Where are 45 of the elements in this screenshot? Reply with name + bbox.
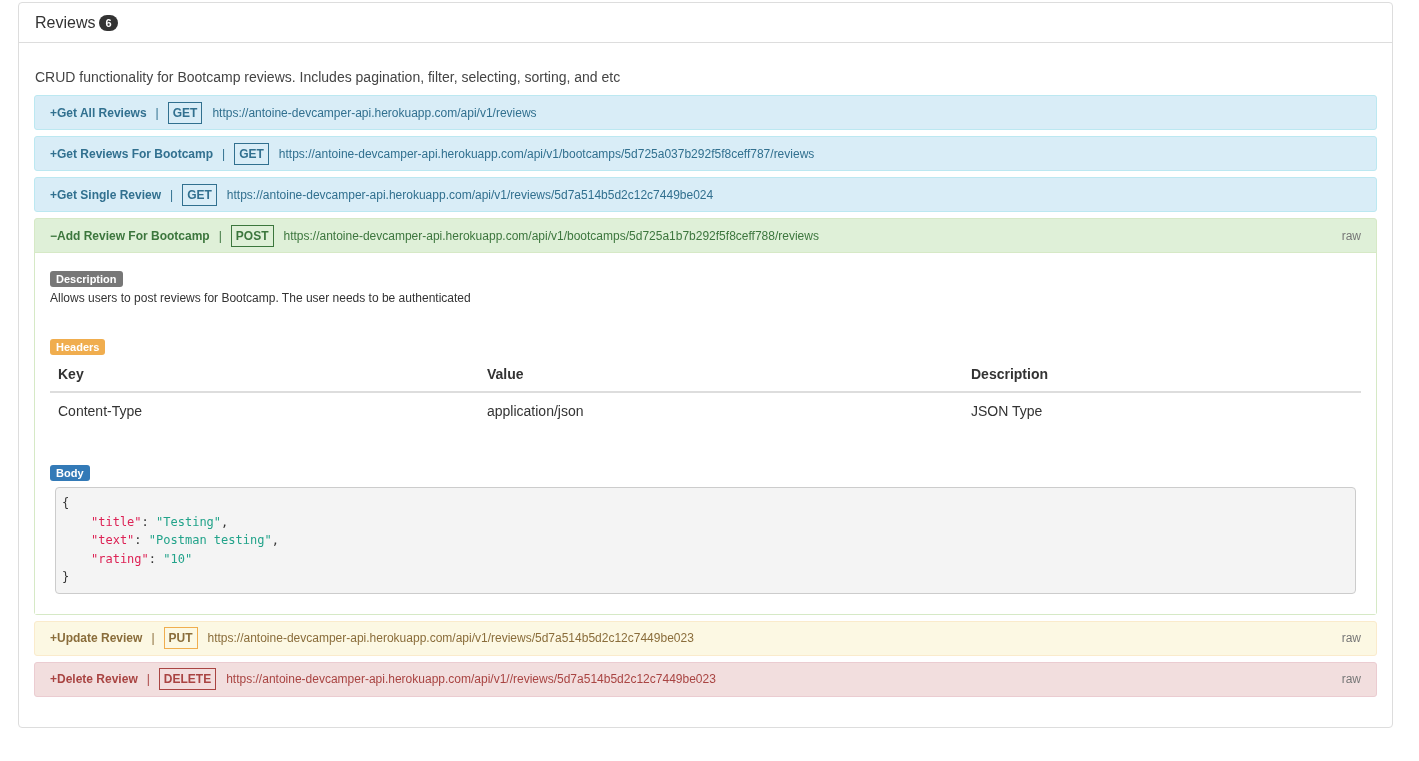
column-header: Value <box>479 357 963 392</box>
raw-link[interactable]: raw <box>1341 672 1361 686</box>
endpoint-url: https://antoine-devcamper-api.herokuapp.com/api/v1/reviews <box>212 105 537 120</box>
separator: | <box>155 105 159 120</box>
section-title: Reviews <box>35 13 96 32</box>
code-line: "text": "Postman testing", <box>90 532 280 549</box>
method-label: GET <box>167 101 203 124</box>
raw-link[interactable]: raw <box>1341 228 1361 243</box>
endpoint-url: https://antoine-devcamper-api.herokuapp.com/api/v1/bootcamps/5d725a037b292f5f8ceff787/reviews <box>278 146 815 161</box>
separator: | <box>218 228 222 243</box>
column-header: Key <box>50 357 479 392</box>
body-label: Body <box>50 465 90 481</box>
endpoint-toggle-link[interactable]: +Delete Review <box>50 672 138 686</box>
endpoint-toggle-link[interactable]: +Get All Reviews <box>50 105 147 120</box>
method-label: GET <box>234 142 269 165</box>
method-label: PUT <box>163 627 198 649</box>
table-cell: Content-Type <box>50 392 479 429</box>
method-label: POST <box>230 224 274 247</box>
code-brace: { <box>62 495 71 512</box>
endpoint-toggle-link[interactable]: +Update Review <box>50 631 143 645</box>
separator: | <box>146 672 150 686</box>
endpoint-toggle-link[interactable]: −Add Review For Bootcamp <box>50 228 210 243</box>
section-description: CRUD functionality for Bootcamp reviews. Includes pagination, filter, selecting, sorting, and etc <box>35 69 622 85</box>
endpoint-description: Allows users to post reviews for Bootcamp. The user needs to be authenticated <box>50 291 471 305</box>
count-badge: 6 <box>99 14 118 31</box>
code-brace: } <box>62 569 71 586</box>
code-line: "title": "Testing", <box>90 513 230 531</box>
separator: | <box>151 631 155 645</box>
column-header: Description <box>963 357 1361 392</box>
table-cell: JSON Type <box>963 392 1361 429</box>
endpoint-toggle-link[interactable]: +Get Reviews For Bootcamp <box>50 146 214 161</box>
headers-label: Headers <box>50 339 106 355</box>
separator: | <box>170 187 174 202</box>
method-label: GET <box>182 183 217 206</box>
description-label: Description <box>50 271 123 287</box>
code-line: "rating": "10" <box>90 550 194 568</box>
endpoint-url: https://antoine-devcamper-api.herokuapp.com/api/v1//reviews/5d7a514b5d2c12c7449be023 <box>226 672 716 686</box>
endpoint-toggle-link[interactable]: +Get Single Review <box>50 187 162 202</box>
endpoint-url: https://antoine-devcamper-api.herokuapp.com/api/v1/reviews/5d7a514b5d2c12c7449be023 <box>207 631 694 645</box>
separator: | <box>222 146 226 161</box>
method-label: DELETE <box>158 668 217 690</box>
table-cell: application/json <box>479 392 963 429</box>
raw-link[interactable]: raw <box>1341 631 1361 645</box>
endpoint-url: https://antoine-devcamper-api.herokuapp.com/api/v1/reviews/5d7a514b5d2c12c7449be024 <box>226 187 714 202</box>
endpoint-url: https://antoine-devcamper-api.herokuapp.com/api/v1/bootcamps/5d725a1b7b292f5f8ceff788/reviews <box>283 228 819 243</box>
